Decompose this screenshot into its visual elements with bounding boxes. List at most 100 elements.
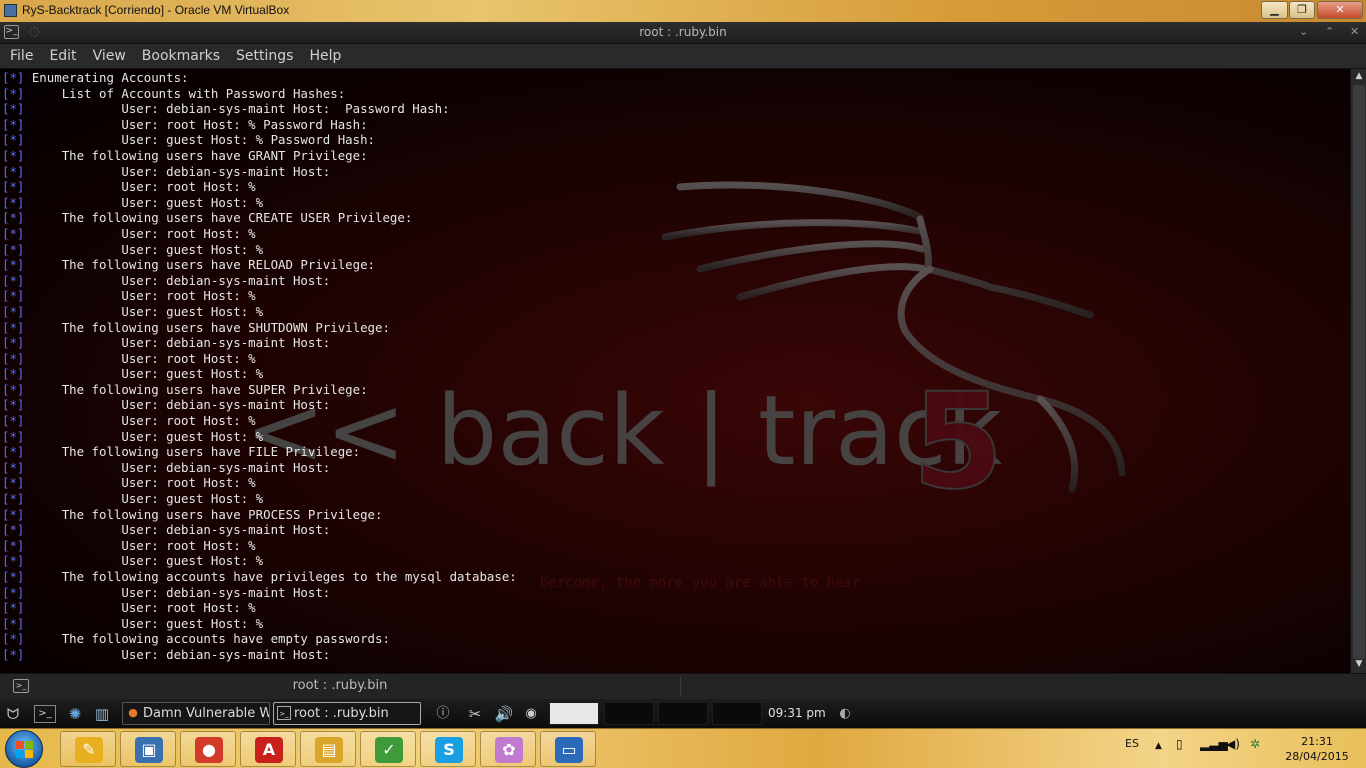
virtualbox-window-title: RyS-Backtrack [Corriendo] - Oracle VM Vi… [22,3,290,17]
start-button[interactable] [5,730,43,768]
task-konsole[interactable]: >_ root : .ruby.bin [273,702,421,725]
konsole-title: root : .ruby.bin [639,25,727,39]
terminal-line: [*] User: root Host: % [2,413,256,429]
terminal-line: [*] The following accounts have empty pa… [2,631,390,647]
menu-file[interactable]: File [0,44,39,64]
volume-icon[interactable]: 🔊 [494,704,514,724]
terminal-icon: >_ [277,706,291,720]
terminal-line: [*] The following users have CREATE USER… [2,210,413,226]
remote-desktop-icon: ▭ [555,737,583,763]
terminal-line: [*] User: guest Host: % [2,303,264,319]
kde-panel: ᗢ >_ ✺ ▥ ● Damn Vulnerable W >_ root : .ru… [0,699,1366,728]
virtualbox-titlebar: RyS-Backtrack [Corriendo] - Oracle VM Vi… [0,0,1366,22]
kde-menu-icon[interactable]: ᗢ [3,704,23,724]
terminal-launcher-icon[interactable]: >_ [34,705,56,723]
taskbar-app-button[interactable]: ✿ [480,731,536,767]
system-icon[interactable]: ▥ [92,704,112,724]
terminal-line: [*] User: guest Host: % [2,553,264,569]
menu-help[interactable]: Help [299,44,347,64]
terminal-line: [*] The following accounts have privileg… [2,569,517,584]
menu-edit[interactable]: Edit [39,44,82,64]
terminal-line: [*] User: guest Host: % [2,491,264,507]
desktop-4[interactable] [712,702,762,725]
virtualbox-icon: ▣ [135,737,163,763]
terminal-line: [*] User: debian-sys-maint Host: [2,272,331,288]
minimize-button[interactable]: ▁ [1261,1,1288,19]
language-indicator[interactable]: ES [1125,737,1139,750]
scroll-up-icon[interactable]: ▲ [1351,69,1366,83]
maximize-button[interactable]: ❐ [1289,1,1315,19]
terminal-output[interactable]: << back | track 5 bercome, the more you … [0,69,1350,673]
terminal-line: [*] The following users have FILE Privil… [2,444,361,460]
terminal-line: [*] The following users have GRANT Privi… [2,147,368,163]
konsole-tabbar: >_ root : .ruby.bin [0,673,1366,699]
terminal-line: [*] User: debian-sys-maint Host: Passwor… [2,101,450,117]
scroll-thumb[interactable] [1353,85,1365,659]
menu-view[interactable]: View [83,44,132,64]
pdf-reader-icon: A [255,737,283,763]
terminal-line: [*] Enumerating Accounts: [2,70,189,85]
scroll-down-icon[interactable]: ▼ [1351,657,1366,671]
menubar: File Edit View Bookmarks Settings Help [0,44,1366,69]
minimize-icon[interactable]: ⌄ [1299,25,1308,38]
taskbar-date: 28/04/2015 [1285,750,1349,763]
panel-clock[interactable]: 09:31 pm [768,706,826,720]
show-hidden-icons[interactable]: ▲ [1155,741,1162,751]
taskbar-app-button[interactable]: S [420,731,476,767]
taskbar-app-button[interactable]: ▣ [120,731,176,767]
taskbar-app-button[interactable]: ✎ [60,731,116,767]
maximize-icon[interactable]: ⌃ [1325,25,1334,38]
cashew-icon[interactable]: ◐ [835,704,855,724]
menu-settings[interactable]: Settings [226,44,299,64]
taskbar-app-button[interactable]: ▭ [540,731,596,767]
terminal-line: [*] User: debian-sys-maint Host: [2,459,331,475]
chrome-icon: ● [195,737,223,763]
usb-icon[interactable]: ▯ [1176,737,1183,751]
terminal-line: [*] User: guest Host: % [2,194,264,210]
taskbar-app-button[interactable]: A [240,731,296,767]
paint-icon: ✿ [495,737,523,763]
updates-icon[interactable]: ◉ [521,704,541,724]
menu-bookmarks[interactable]: Bookmarks [132,44,226,64]
tab-root-ruby[interactable]: root : .ruby.bin [0,678,680,693]
close-icon[interactable]: ✕ [1350,25,1359,38]
folder-icon: ▤ [315,737,343,763]
terminal-line: [*] The following users have RELOAD Priv… [2,257,376,273]
faint-tagline: bercome, the more you are able to hear [540,575,860,591]
network-icon[interactable]: ✺ [65,704,85,724]
terminal-line: [*] User: root Host: % [2,288,256,304]
logo-number: 5 [912,365,1004,519]
terminal-line: [*] User: debian-sys-maint Host: [2,397,331,413]
terminal-lines: [*] Enumerating Accounts: [*] List of Acc… [2,70,517,663]
sync-icon[interactable]: ✲ [1250,737,1260,751]
terminal-line: [*] The following users have SUPER Privi… [2,381,368,397]
terminal-line: [*] The following users have PROCESS Pri… [2,506,383,522]
terminal-line: [*] User: debian-sys-maint Host: [2,163,331,179]
speaker-icon[interactable]: ◀) [1226,737,1240,751]
windows-taskbar: ✎ ▣ ● A ▤ ✓ S ✿ ▭ ES ▲ ▯ ▂▃▅ ◀) ✲ 21:31 28/04/20… [0,728,1366,768]
file-manager-icon: ✎ [75,737,103,763]
task-firefox[interactable]: ● Damn Vulnerable W [122,702,270,725]
virtualbox-app-icon [4,4,17,17]
taskbar-app-button[interactable]: ● [180,731,236,767]
terminal-scrollbar[interactable]: ▲ ▼ [1350,69,1366,673]
terminal-line: [*] User: debian-sys-maint Host: [2,335,331,351]
windows-logo-icon [16,741,33,758]
terminal-line: [*] User: root Host: % Password Hash: [2,116,368,132]
info-icon[interactable]: ⓘ [433,704,453,724]
firefox-icon: ● [128,706,138,719]
taskbar-app-button[interactable]: ✓ [360,731,416,767]
desktop-3[interactable] [658,702,708,725]
taskbar-app-button[interactable]: ▤ [300,731,356,767]
taskbar-clock[interactable]: 21:31 28/04/2015 [1276,734,1358,764]
terminal-line: [*] User: guest Host: % [2,366,264,382]
terminal-line: [*] User: root Host: % [2,537,256,553]
terminal-line: [*] User: debian-sys-maint Host: [2,584,331,600]
klipper-icon[interactable]: ✂ [465,704,485,724]
desktop-1[interactable] [549,702,599,725]
signal-icon[interactable]: ▂▃▅ [1200,737,1228,751]
close-button[interactable]: ✕ [1317,1,1363,19]
terminal-line: [*] User: guest Host: % [2,615,264,631]
terminal-line: [*] User: root Host: % [2,225,256,241]
desktop-2[interactable] [604,702,654,725]
